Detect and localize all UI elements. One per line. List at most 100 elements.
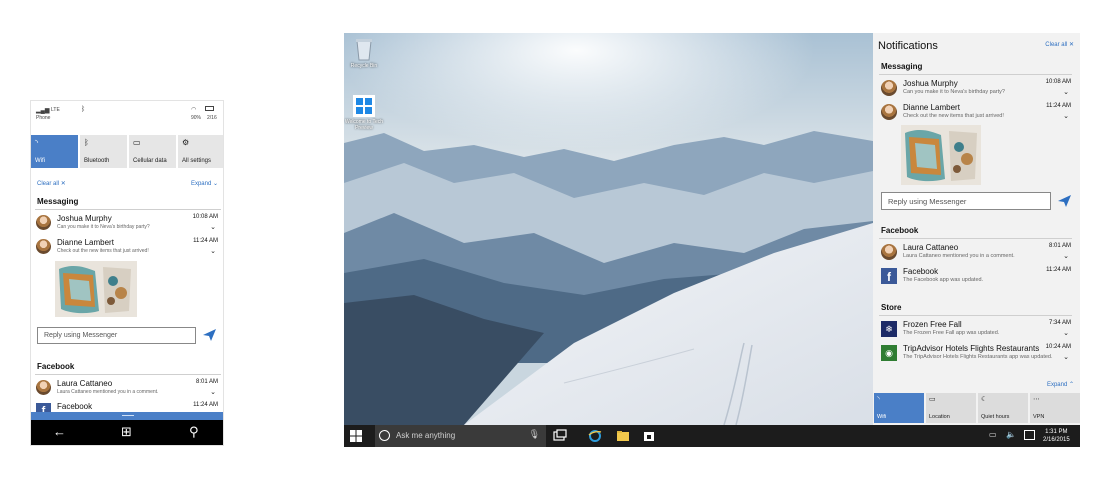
quick-action-location[interactable]: ▭ Location — [926, 393, 976, 423]
chevron-down-icon[interactable]: ⌄ — [1063, 353, 1069, 361]
internet-explorer-icon[interactable] — [588, 429, 602, 443]
recycle-bin-icon — [356, 39, 372, 61]
notification-title: Facebook — [57, 402, 93, 411]
chevron-down-icon[interactable]: ⌄ — [1063, 112, 1069, 120]
microphone-icon[interactable]: 🎙 — [529, 429, 540, 440]
notification-item[interactable]: Laura Cattaneo Laura Cattaneo mentioned … — [879, 242, 1073, 264]
notification-body: Check out the new items that just arrive… — [903, 113, 1004, 119]
quick-action-label: Cellular data — [133, 158, 167, 164]
avatar — [881, 104, 897, 120]
notification-body: Laura Cattaneo mentioned you in a commen… — [903, 253, 1015, 259]
quick-action-quiet-hours[interactable]: ☾ Quiet hours — [978, 393, 1028, 423]
desktop-icon-label: Welcome to Tech Preview — [344, 119, 384, 131]
quick-action-wifi[interactable]: ◝ Wifi — [874, 393, 924, 423]
action-center-title: Notifications — [878, 40, 938, 52]
quick-action-all-settings[interactable]: ⚙ All settings — [178, 135, 223, 168]
quick-action-label: Quiet hours — [981, 414, 1010, 420]
desktop-screen: Recycle Bin Welcome to Tech Preview Noti… — [344, 33, 1080, 447]
notification-item[interactable]: Dianne Lambert Check out the new items t… — [35, 237, 221, 259]
phone-status-bar: ▂▄▆ LTE ᛒ Phone ◠ 90% 2/16 — [31, 101, 223, 123]
notification-item[interactable]: ◉ TripAdvisor Hotels Flights Restaurants… — [879, 343, 1073, 365]
search-placeholder: Ask me anything — [396, 431, 456, 440]
clear-all-button[interactable]: Clear all ✕ — [37, 180, 66, 187]
phone-date: 2/16 — [207, 115, 217, 121]
notification-title: Laura Cattaneo — [57, 379, 113, 388]
send-icon[interactable] — [202, 328, 217, 342]
notification-item[interactable]: Joshua Murphy Can you make it to Neva's … — [879, 78, 1073, 100]
store-icon[interactable] — [642, 429, 656, 443]
task-view-icon[interactable] — [553, 429, 567, 443]
notification-time: 8:01 AM — [1048, 243, 1071, 249]
clear-all-label: Clear all — [37, 181, 60, 187]
notification-item[interactable]: Laura Cattaneo Laura Cattaneo mentioned … — [35, 378, 221, 400]
expand-label: Expand — [190, 181, 212, 187]
notification-time: 11:24 AM — [1046, 103, 1071, 109]
location-icon: ▭ — [929, 396, 936, 403]
chevron-down-icon[interactable]: ⌄ — [1063, 252, 1069, 260]
group-divider — [35, 374, 221, 375]
bluetooth-icon: ᛒ — [84, 138, 89, 147]
wifi-icon: ◝ — [877, 396, 880, 403]
notification-body: The TripAdvisor Hotels Flights Restauran… — [903, 354, 1053, 360]
expand-button[interactable]: Expand ⌃ — [1047, 381, 1074, 388]
chevron-down-icon[interactable]: ⌄ — [210, 247, 216, 255]
quick-action-label: Wifi — [877, 414, 887, 420]
action-center-icon[interactable] — [1024, 430, 1035, 440]
notification-time: 11:24 AM — [193, 238, 218, 244]
notification-image — [55, 261, 137, 317]
desktop-icon-welcome[interactable]: Welcome to Tech Preview — [344, 95, 384, 131]
phone-quick-actions: ◝ Wifi ᛒ Bluetooth ▭ Cellular data ⚙ All… — [31, 135, 223, 169]
notification-title: Joshua Murphy — [57, 214, 112, 223]
facebook-icon: f — [881, 268, 897, 284]
search-icon[interactable]: ⚲ — [189, 424, 199, 440]
notification-time: 10:24 AM — [1045, 344, 1071, 350]
quick-action-vpn[interactable]: ⋯ VPN — [1030, 393, 1080, 423]
group-header-store: Store — [881, 303, 902, 312]
windows-logo-icon — [353, 95, 375, 117]
file-explorer-icon[interactable] — [616, 429, 630, 443]
send-icon[interactable] — [1057, 194, 1072, 208]
wifi-status-icon: ◠ — [191, 107, 197, 113]
group-divider — [35, 209, 221, 210]
desktop-icon-recycle-bin[interactable]: Recycle Bin — [344, 37, 384, 69]
quick-action-wifi[interactable]: ◝ Wifi — [31, 135, 78, 168]
moon-icon: ☾ — [981, 396, 988, 403]
phone-nav-bar: ← ⊞ ⚲ — [31, 420, 223, 445]
drag-handle[interactable] — [31, 412, 223, 420]
notification-title: Dianne Lambert — [903, 103, 960, 112]
network-icon[interactable]: ▭ — [989, 430, 997, 439]
quick-action-label: Wifi — [35, 158, 45, 164]
clear-all-button[interactable]: Clear all ✕ — [1045, 41, 1074, 48]
expand-button[interactable]: Expand ⌄ — [191, 180, 218, 187]
group-header-facebook: Facebook — [37, 362, 75, 371]
close-icon: ✕ — [1068, 42, 1074, 48]
notification-item[interactable]: Dianne Lambert Check out the new items t… — [879, 102, 1073, 124]
volume-icon[interactable]: 🔈 — [1006, 430, 1016, 439]
chevron-down-icon[interactable]: ⌄ — [1063, 88, 1069, 96]
notification-item[interactable]: f Facebook The Facebook app was updated.… — [879, 266, 1073, 288]
search-box[interactable]: Ask me anything 🎙 — [375, 425, 546, 447]
windows-logo-icon[interactable]: ⊞ — [121, 424, 132, 440]
notification-title: Joshua Murphy — [903, 79, 958, 88]
reply-input[interactable]: Reply using Messenger — [881, 192, 1051, 210]
back-arrow-icon[interactable]: ← — [53, 424, 66, 439]
notification-body: Can you make it to Neva's birthday party… — [57, 224, 150, 230]
close-icon: ✕ — [60, 181, 66, 187]
taskbar-clock[interactable]: 1:31 PM 2/16/2015 — [1043, 428, 1070, 444]
notification-body: The Frozen Free Fall app was updated. — [903, 330, 1000, 336]
chevron-down-icon[interactable]: ⌄ — [1063, 329, 1069, 337]
quick-action-bluetooth[interactable]: ᛒ Bluetooth — [80, 135, 127, 168]
chevron-down-icon[interactable]: ⌄ — [210, 223, 216, 231]
notification-body: Check out the new items that just arrive… — [57, 248, 149, 254]
group-divider — [879, 74, 1072, 75]
desktop-icon-label: Recycle Bin — [350, 63, 378, 69]
notification-time: 11:24 AM — [193, 402, 218, 408]
quick-action-cellular[interactable]: ▭ Cellular data — [129, 135, 176, 168]
notification-item[interactable]: Joshua Murphy Can you make it to Neva's … — [35, 213, 221, 235]
chevron-down-icon[interactable]: ⌄ — [210, 388, 216, 396]
reply-input[interactable]: Reply using Messenger — [37, 327, 196, 344]
notification-title: TripAdvisor Hotels Flights Restaurants — [903, 344, 1040, 353]
vpn-icon: ⋯ — [1033, 396, 1040, 403]
notification-item[interactable]: ❄ Frozen Free Fall The Frozen Free Fall … — [879, 319, 1073, 341]
start-button[interactable] — [350, 430, 362, 442]
